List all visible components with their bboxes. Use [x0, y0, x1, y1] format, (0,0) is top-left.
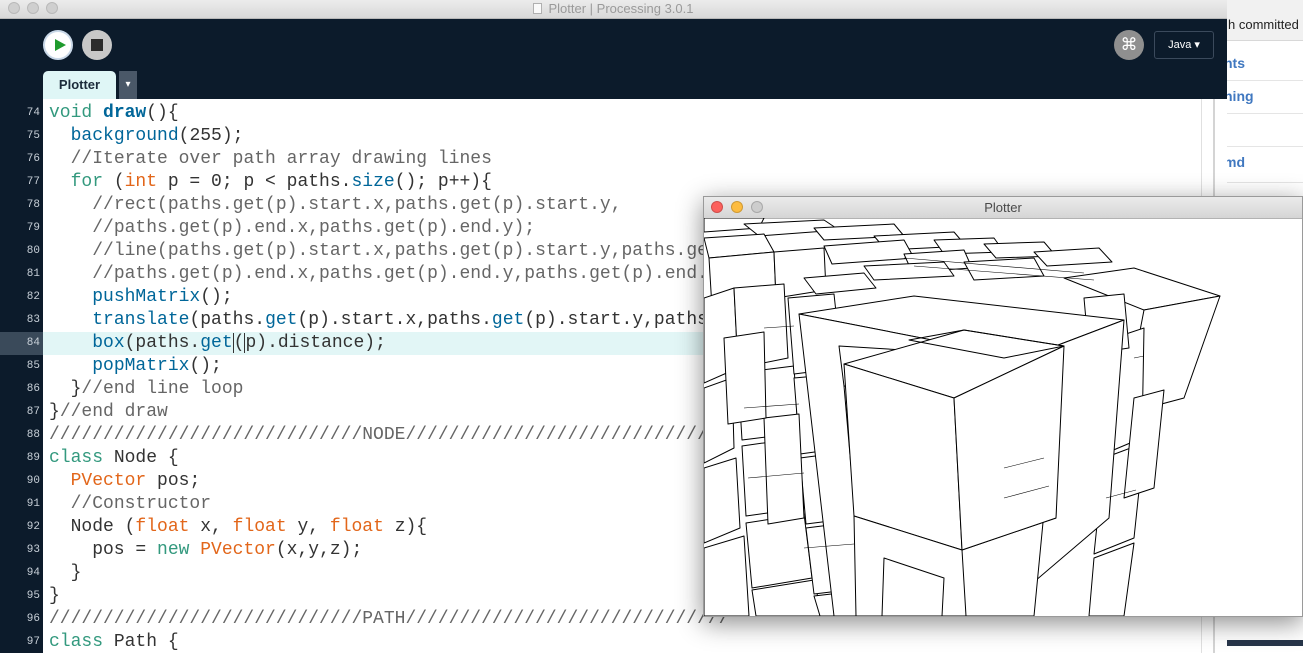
line-number: 82 — [26, 291, 40, 303]
line-number: 96 — [26, 613, 40, 625]
line-number: 88 — [26, 429, 40, 441]
code-line[interactable]: background(255); — [49, 125, 244, 148]
code-line[interactable]: class Path { — [49, 631, 179, 653]
code-line[interactable]: }//end draw — [49, 401, 168, 424]
line-number: 91 — [26, 498, 40, 510]
code-line[interactable]: pushMatrix(); — [49, 286, 232, 309]
line-number: 86 — [26, 383, 40, 395]
line-number: 95 — [26, 590, 40, 602]
rendered-boxes — [704, 218, 1221, 616]
tab-plotter[interactable]: Plotter — [43, 71, 116, 99]
code-line[interactable]: box(paths.get(p).distance); — [49, 332, 386, 355]
line-number: 75 — [26, 130, 40, 142]
line-number: 89 — [26, 452, 40, 464]
line-number: 77 — [26, 176, 40, 188]
code-line[interactable]: class Node { — [49, 447, 179, 470]
ide-toolbar: ⌘ Java ▾ — [0, 19, 1227, 71]
sketch-canvas — [704, 218, 1221, 616]
tab-menu-button[interactable]: ▾ — [119, 71, 137, 99]
document-icon — [533, 3, 543, 14]
line-number: 97 — [26, 636, 40, 648]
line-number: 93 — [26, 544, 40, 556]
code-line[interactable]: //rect(paths.get(p).start.x,paths.get(p)… — [49, 194, 621, 217]
ide-window-title-text: Plotter | Processing 3.0.1 — [548, 1, 694, 16]
ide-title-bar: Plotter | Processing 3.0.1 — [0, 0, 1227, 19]
sketch-window-title: Plotter — [984, 200, 1022, 215]
line-number: 79 — [26, 222, 40, 234]
stop-button[interactable] — [82, 30, 112, 60]
tab-bar: Plotter ▾ — [0, 71, 1227, 99]
debugger-button[interactable]: ⌘ — [1114, 30, 1144, 60]
bg-link-3[interactable]: md — [1224, 154, 1245, 170]
bg-link-2[interactable]: ning — [1224, 88, 1254, 104]
line-number: 74 — [26, 107, 40, 119]
code-line[interactable]: //Constructor — [49, 493, 211, 516]
line-number: 83 — [26, 314, 40, 326]
line-number: 87 — [26, 406, 40, 418]
line-number: 80 — [26, 245, 40, 257]
butterfly-icon: ⌘ — [1120, 35, 1138, 54]
commit-header-text: h committed — [1228, 17, 1299, 32]
line-number: 76 — [26, 153, 40, 165]
divider — [1224, 182, 1303, 183]
code-line[interactable]: /////////////////////////////NODE///////… — [49, 424, 730, 447]
line-number: 78 — [26, 199, 40, 211]
code-line[interactable]: } — [49, 562, 82, 585]
ide-window-title: Plotter | Processing 3.0.1 — [0, 1, 1227, 16]
code-line[interactable]: } — [49, 585, 60, 608]
code-line[interactable]: pos = new PVector(x,y,z); — [49, 539, 362, 562]
chevron-down-icon: ▾ — [125, 79, 131, 90]
line-number: 85 — [26, 360, 40, 372]
divider — [1224, 80, 1303, 81]
code-line[interactable]: for (int p = 0; p < paths.size(); p++){ — [49, 171, 492, 194]
mode-selector[interactable]: Java ▾ — [1154, 31, 1214, 59]
line-number: 90 — [26, 475, 40, 487]
line-number: 84 — [26, 337, 40, 349]
code-line[interactable]: //paths.get(p).end.x,paths.get(p).end.y,… — [49, 263, 740, 286]
divider — [1224, 113, 1303, 114]
code-line[interactable]: /////////////////////////////PATH///////… — [49, 608, 730, 631]
code-line[interactable]: //Iterate over path array drawing lines — [49, 148, 492, 171]
bg-link-1[interactable]: nts — [1224, 55, 1245, 71]
code-line[interactable]: }//end line loop — [49, 378, 244, 401]
sketch-window: Plotter — [703, 196, 1303, 617]
bg-footer-bar — [1224, 640, 1303, 646]
line-number: 92 — [26, 521, 40, 533]
line-number: 81 — [26, 268, 40, 280]
code-line[interactable]: //paths.get(p).end.x,paths.get(p).end.y)… — [49, 217, 535, 240]
line-number: 94 — [26, 567, 40, 579]
run-button[interactable] — [43, 30, 73, 60]
code-line[interactable]: PVector pos; — [49, 470, 201, 493]
sketch-title-bar: Plotter — [704, 197, 1302, 219]
code-line[interactable]: Node (float x, float y, float z){ — [49, 516, 428, 539]
code-line[interactable]: popMatrix(); — [49, 355, 222, 378]
code-line[interactable]: void draw(){ — [49, 102, 179, 125]
divider — [1224, 146, 1303, 147]
